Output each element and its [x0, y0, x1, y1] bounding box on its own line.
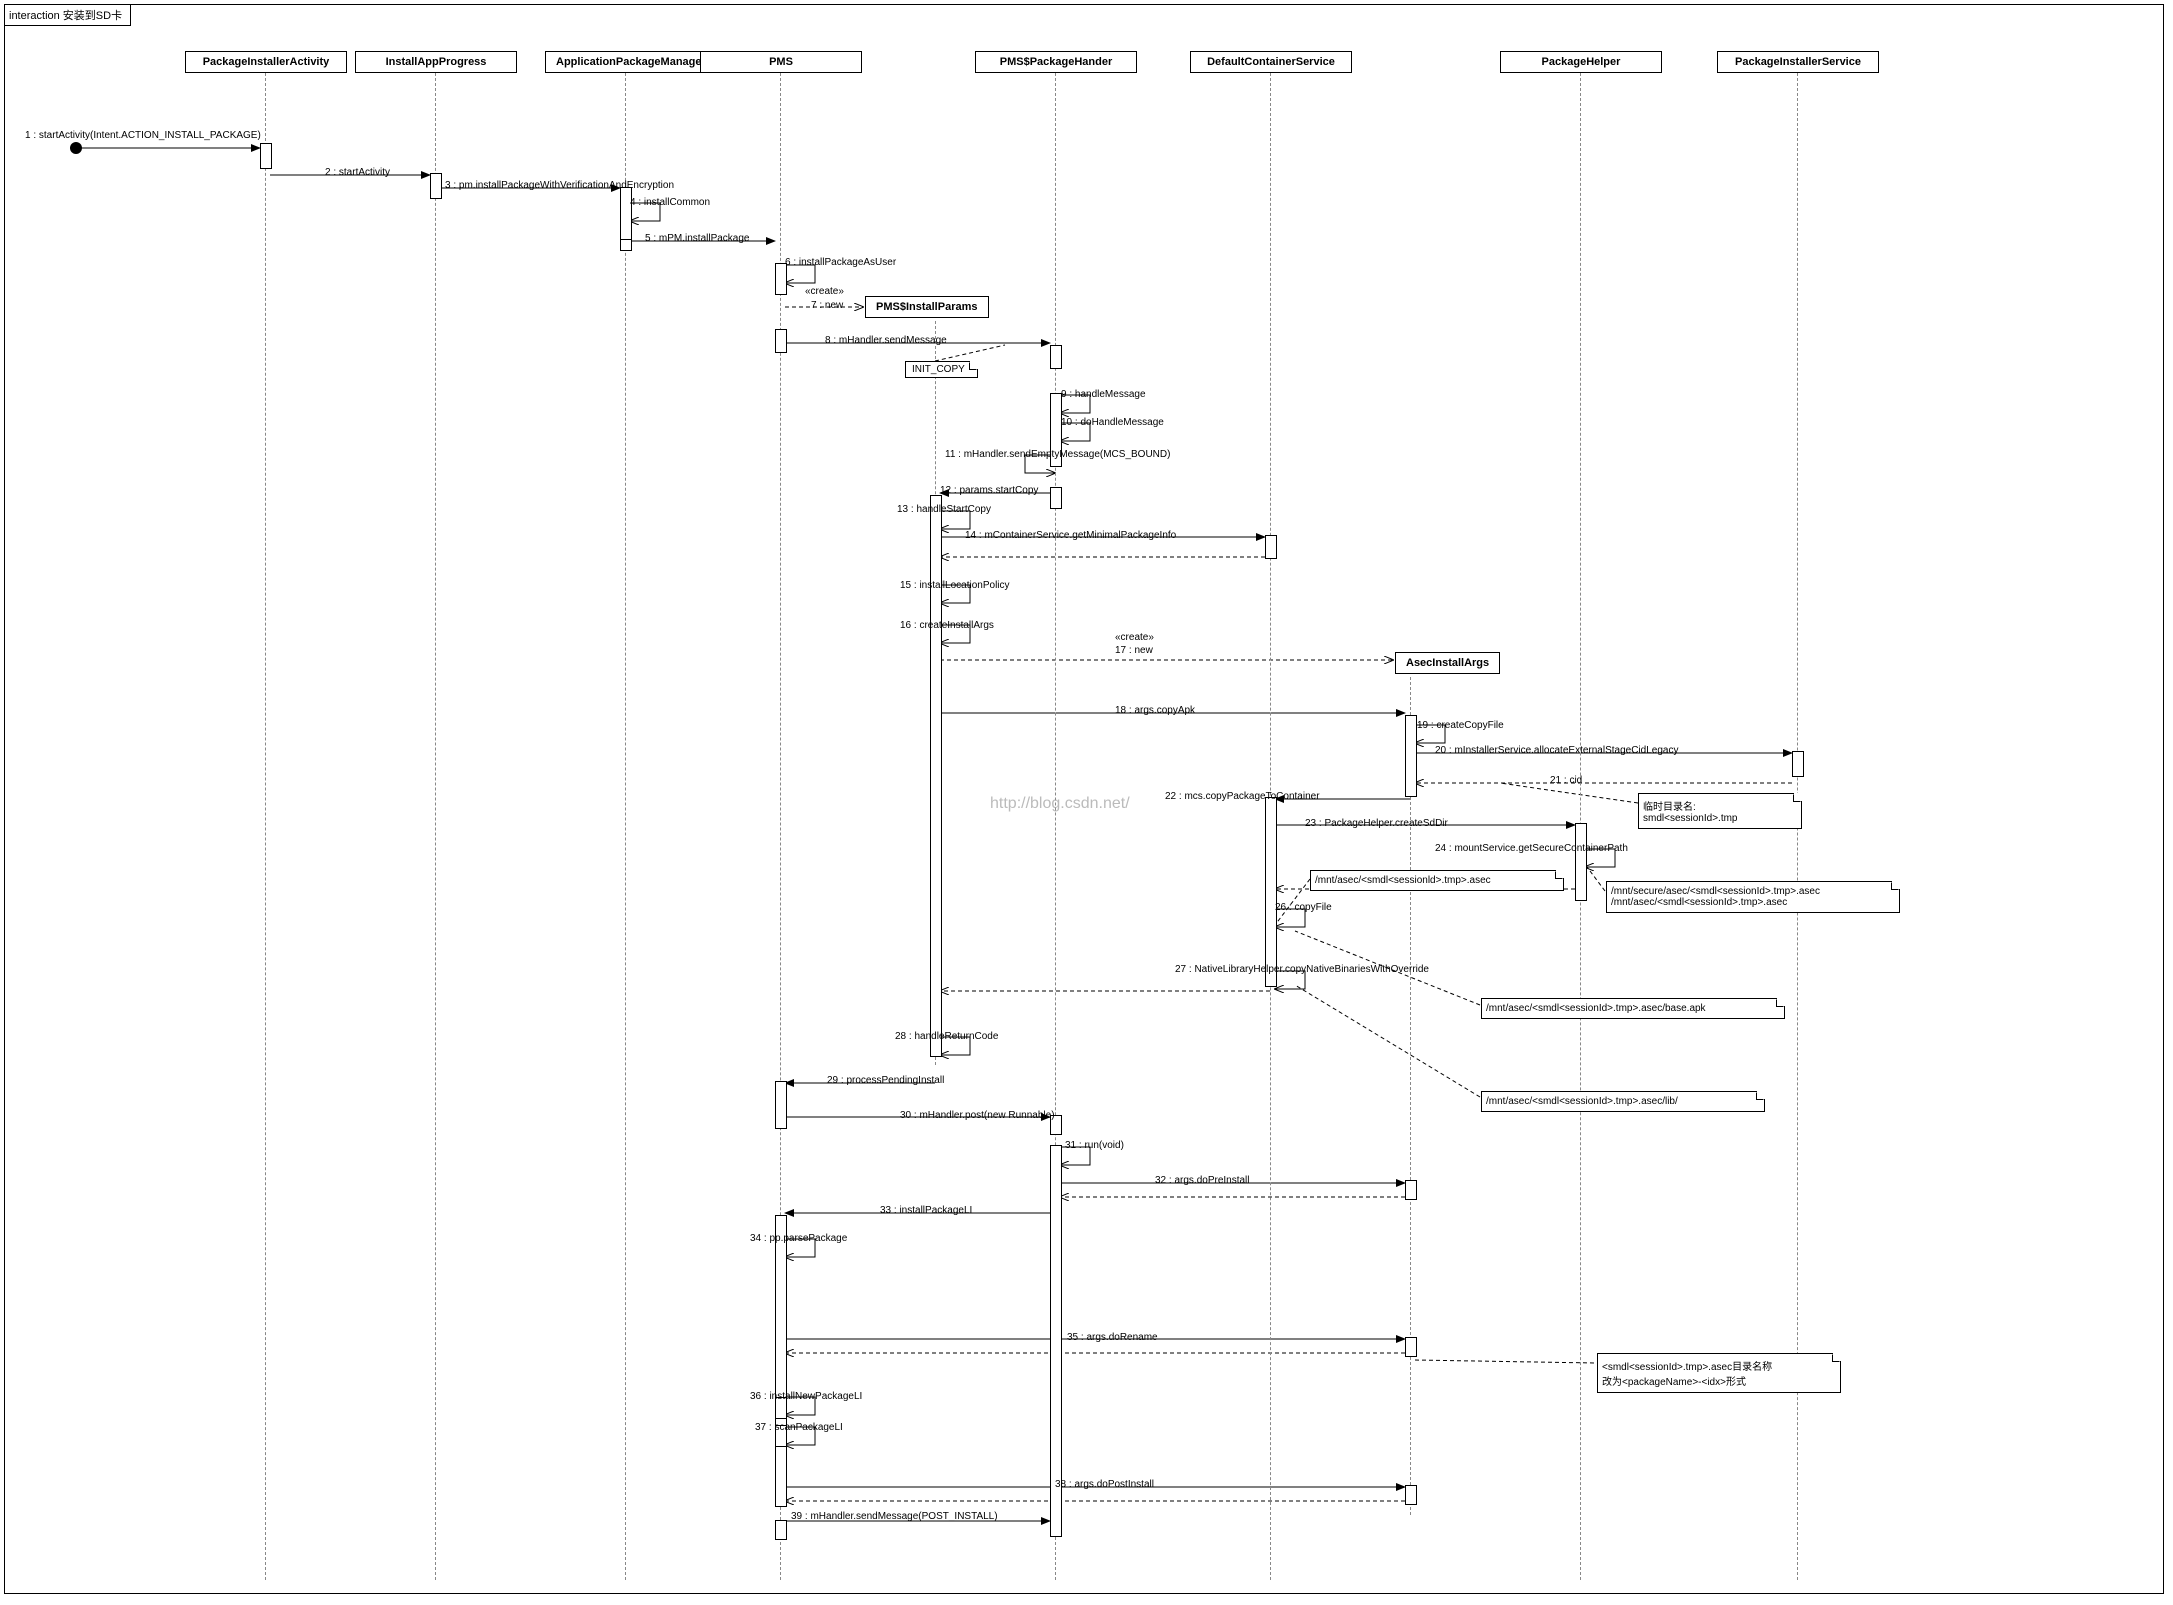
activation: [1405, 1485, 1417, 1505]
message-label: 5 : mPM.installPackage: [645, 233, 750, 244]
message-label: 30 : mHandler.post(new Runnable): [900, 1110, 1055, 1121]
message-label: 3 : pm.installPackageWithVerificationAnd…: [445, 180, 674, 191]
lifeline-line-iap: [435, 73, 436, 1580]
message-label: 21 : cid: [1550, 775, 1582, 786]
object-aia: AsecInstallArgs: [1395, 652, 1500, 674]
start-label: 1 : startActivity(Intent.ACTION_INSTALL_…: [25, 130, 261, 141]
lifeline-iap: InstallAppProgress: [355, 51, 517, 73]
message-label: 9 : handleMessage: [1061, 389, 1146, 400]
activation: [775, 1520, 787, 1540]
activation: [1265, 797, 1277, 987]
note: /mnt/secure/asec/<smdl<sessionId>.tmp>.a…: [1606, 881, 1900, 913]
message-label: 4 : installCommon: [630, 197, 710, 208]
message-label: 6 : installPackageAsUser: [785, 257, 896, 268]
message-label: 28 : handleReturnCode: [895, 1031, 998, 1042]
lifeline-pms: PMS: [700, 51, 862, 73]
message-label: 37 : scanPackageLI: [755, 1422, 843, 1433]
message-label: 24 : mountService.getSecureContainerPath: [1435, 843, 1628, 854]
activation: [620, 187, 632, 245]
lifeline-line-apm: [625, 73, 626, 1580]
activation: [775, 329, 787, 353]
activation: [1050, 345, 1062, 369]
message-label: 26 : copyFile: [1275, 902, 1332, 913]
message-label: 15 : installLocationPolicy: [900, 580, 1010, 591]
object-pip: PMS$InstallParams: [865, 296, 989, 318]
canvas: http://blog.csdn.net/ PackageInstallerAc…: [5, 25, 2163, 1593]
message-label: 13 : handleStartCopy: [897, 504, 991, 515]
watermark: http://blog.csdn.net/: [990, 795, 1130, 813]
note: /mnt/asec/<smdl<sessionld>.tmp>.asec: [1310, 870, 1564, 891]
activation: [430, 173, 442, 199]
lifeline-pis: PackageInstallerService: [1717, 51, 1879, 73]
message-label: 29 : processPendingInstall: [827, 1075, 944, 1086]
activation: [260, 143, 272, 169]
note: /mnt/asec/<smdl<sessionId>.tmp>.asec/lib…: [1481, 1091, 1765, 1112]
activation: [620, 239, 632, 251]
message-note: INIT_COPY: [905, 361, 978, 378]
message-label: «create»: [1115, 632, 1154, 643]
lifeline-dcs: DefaultContainerService: [1190, 51, 1352, 73]
start-node: [70, 142, 82, 154]
message-label: 38 : args.doPostInstall: [1055, 1479, 1154, 1490]
message-label: 10 : doHandleMessage: [1061, 417, 1164, 428]
message-label: 34 : pp.parsePackage: [750, 1233, 847, 1244]
lifeline-pia: PackageInstallerActivity: [185, 51, 347, 73]
activation: [1265, 535, 1277, 559]
message-label: 11 : mHandler.sendEmptyMessage(MCS_BOUND…: [945, 449, 1170, 460]
message-label: 14 : mContainerService.getMinimalPackage…: [965, 530, 1176, 541]
note: /mnt/asec/<smdl<sessionId>.tmp>.asec/bas…: [1481, 998, 1785, 1019]
message-label: 35 : args.doRename: [1067, 1332, 1158, 1343]
message-label: 17 : new: [1115, 645, 1153, 656]
message-label: 7 : new: [811, 300, 843, 311]
lifeline-apm: ApplicationPackageManager: [545, 51, 707, 73]
message-label: 23 : PackageHelper.createSdDir: [1305, 818, 1448, 829]
diagram-title: interaction 安装到SD卡: [5, 5, 131, 26]
note: 临时目录名:smdl<sessionId>.tmp: [1638, 793, 1802, 829]
activation: [1050, 487, 1062, 509]
message-label: 33 : installPackageLI: [880, 1205, 972, 1216]
message-label: 18 : args.copyApk: [1115, 705, 1195, 716]
message-label: 39 : mHandler.sendMessage(POST_INSTALL): [791, 1511, 998, 1522]
activation: [775, 1081, 787, 1129]
message-label: 12 : params.startCopy: [940, 485, 1038, 496]
lifeline-ph: PackageHelper: [1500, 51, 1662, 73]
message-label: 20 : mInstallerService.allocateExternalS…: [1435, 745, 1678, 756]
activation: [1405, 715, 1417, 797]
lifeline-pph: PMS$PackageHander: [975, 51, 1137, 73]
message-label: 16 : createInstallArgs: [900, 620, 994, 631]
activation: [1405, 1337, 1417, 1357]
message-label: 2 : startActivity: [325, 167, 390, 178]
diagram-frame: interaction 安装到SD卡 http://blog.csdn.net/…: [4, 4, 2164, 1594]
message-label: 27 : NativeLibraryHelper.copyNativeBinar…: [1175, 964, 1429, 975]
activation: [1792, 751, 1804, 777]
message-label: 36 : installNewPackageLI: [750, 1391, 862, 1402]
activation: [1575, 823, 1587, 901]
message-label: 19 : createCopyFile: [1417, 720, 1504, 731]
message-label: 31 : run(void): [1065, 1140, 1124, 1151]
message-label: 22 : mcs.copyPackageToContainer: [1165, 791, 1320, 802]
activation: [775, 1215, 787, 1507]
lifeline-line-pia: [265, 73, 266, 1580]
activation: [1405, 1180, 1417, 1200]
message-label: «create»: [805, 286, 844, 297]
message-label: 32 : args.doPreInstall: [1155, 1175, 1250, 1186]
note: <smdl<sessionId>.tmp>.asec目录名称改为<package…: [1597, 1353, 1841, 1393]
message-label: 8 : mHandler.sendMessage: [825, 335, 947, 346]
